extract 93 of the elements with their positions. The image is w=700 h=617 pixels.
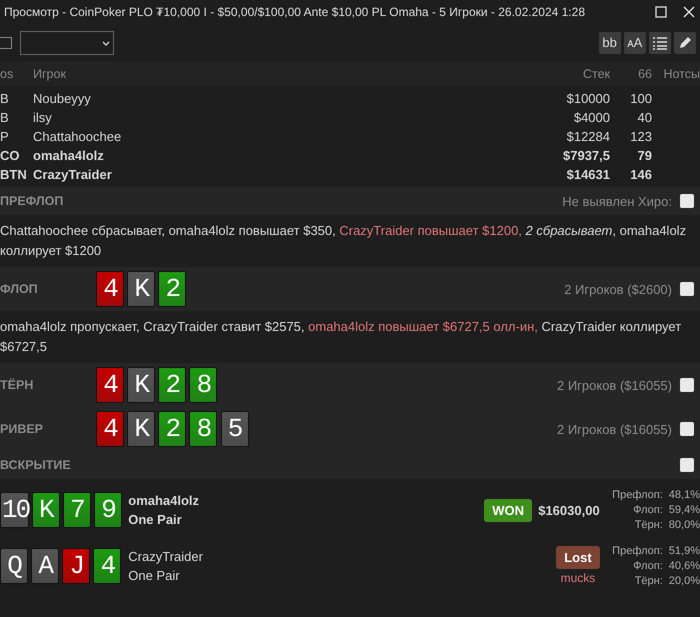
table-cell-text: Chattahoochee [33, 128, 122, 146]
table-cell-text: 123 [629, 128, 652, 146]
equity-label: Флоп: [632, 558, 663, 574]
table-cell-text: ilsy [33, 108, 53, 127]
toolbar-button[interactable]: bb [598, 32, 621, 54]
table-cell-text: 146 [629, 166, 652, 184]
table-cell-text: $7937,5 [562, 146, 610, 165]
equity-label: Тёрн: [634, 518, 663, 533]
playing-card: 8 [189, 411, 218, 448]
table-cell-text: CO [0, 146, 20, 165]
playing-card: 8 [189, 367, 218, 404]
playing-card: 7 [62, 492, 91, 528]
table-cell-text: $14631 [566, 166, 610, 184]
playing-card: J [62, 548, 90, 584]
note-checkbox[interactable] [680, 194, 694, 208]
table-cell-text: B [0, 90, 10, 108]
column-header: 66 [637, 66, 652, 83]
table-cell-text: 100 [629, 90, 652, 108]
street-name: РИВЕР [0, 420, 44, 438]
playing-card: K [127, 271, 156, 308]
player-name: omaha4lolz [128, 492, 200, 510]
equity-value: 20,0% [668, 574, 700, 589]
action-text: omaha4lolz пропускает, CrazyTraider ставит $2575, omaha4lolz повышает $6727,5 олл-ин, CrazyTraider коллирует $6727,5 [0, 318, 682, 356]
column-header: Нотсы [662, 66, 700, 83]
street-name: ПРЕФЛОП [0, 192, 64, 210]
playing-card: Q [0, 548, 28, 584]
playing-card: 4 [96, 367, 124, 404]
equity-label: Префлоп: [612, 488, 663, 503]
edit-button[interactable] [674, 32, 696, 54]
table-cell-text: B [0, 108, 10, 127]
playing-card: A [31, 548, 60, 584]
maximize-icon[interactable] [654, 5, 668, 19]
table-cell-text: BTN [0, 166, 28, 184]
player-name: CrazyTraider [128, 548, 204, 566]
pencil-icon [677, 35, 693, 51]
note-checkbox[interactable] [680, 422, 694, 436]
playing-card: K [32, 492, 60, 528]
playing-card: K [127, 367, 156, 404]
dropdown[interactable] [20, 31, 114, 55]
result-note: mucks [560, 570, 596, 588]
column-header: Игрок [33, 66, 67, 83]
column-header: os [0, 66, 14, 83]
playing-card: 4 [96, 411, 124, 448]
table-cell-text: CrazyTraider [33, 166, 113, 184]
note-checkbox[interactable] [680, 378, 694, 392]
equity-value: 51,9% [668, 544, 700, 559]
result-label: Lost [556, 546, 600, 570]
list-button[interactable] [648, 32, 671, 54]
table-cell-text: P [0, 128, 10, 146]
win-amount: $16030,00 [538, 502, 600, 520]
action-text: Chattahoochee сбрасывает, omaha4lolz повышает $350, CrazyTraider повышает $1200, 2 сбрасывает, omaha4lolz коллирует $1200 [0, 222, 688, 260]
equity-label: Префлоп: [612, 544, 663, 559]
table-cell-text: $10000 [566, 90, 610, 108]
equity-label: Флоп: [632, 502, 663, 518]
hand-rank: One Pair [128, 567, 181, 586]
table-cell-text: omaha4lolz [33, 146, 105, 165]
window-title: Просмотр - CoinPoker PLO ₮10,000 I - $50,00/$100,00 Ante $10,00 PL Omaha - 5 Игроки - 26.02.2024 1:28 [4, 4, 586, 21]
checkbox[interactable] [0, 37, 12, 49]
table-cell-text: $4000 [572, 108, 610, 127]
hand-rank: One Pair [128, 511, 183, 530]
street-name: ТЁРН [0, 376, 34, 394]
pot-info: 2 Игроков ($16055) [556, 376, 672, 395]
list-icon [652, 35, 668, 51]
playing-card: 2 [158, 411, 186, 448]
column-header: Стек [582, 66, 610, 83]
equity-value: 80,0% [668, 518, 700, 533]
table-cell-text: Noubeyyy [33, 90, 92, 108]
pot-info: 2 Игроков ($2600) [564, 280, 672, 299]
note-checkbox[interactable] [680, 282, 694, 296]
caret-icon [102, 40, 110, 46]
playing-card: 4 [96, 271, 124, 308]
pot-info: 2 Игроков ($16055) [556, 420, 672, 439]
playing-card: 2 [158, 271, 186, 308]
playing-card: 2 [158, 367, 186, 404]
playing-card: 10 [0, 492, 29, 528]
result-label: WON [484, 498, 532, 522]
table-cell-text: $12284 [566, 128, 610, 146]
equity-value: 59,4% [668, 502, 700, 518]
equity-value: 40,6% [668, 558, 700, 574]
playing-card: 9 [94, 492, 122, 528]
close-icon[interactable] [682, 5, 696, 19]
equity-label: Тёрн: [634, 574, 663, 589]
playing-card: K [127, 411, 156, 448]
note-checkbox[interactable] [680, 458, 694, 472]
playing-card: 4 [93, 548, 122, 584]
pot-info: Не выявлен Хиро: [562, 192, 672, 211]
street-name: ВСКРЫТИЕ [0, 456, 72, 474]
equity-value: 48,1% [668, 488, 700, 503]
table-cell-text: 79 [636, 146, 652, 165]
table-cell-text: 40 [636, 108, 652, 127]
toolbar-button[interactable]: ᴀA [624, 32, 646, 54]
playing-card: 5 [220, 411, 248, 448]
street-name: ФЛОП [0, 280, 39, 298]
